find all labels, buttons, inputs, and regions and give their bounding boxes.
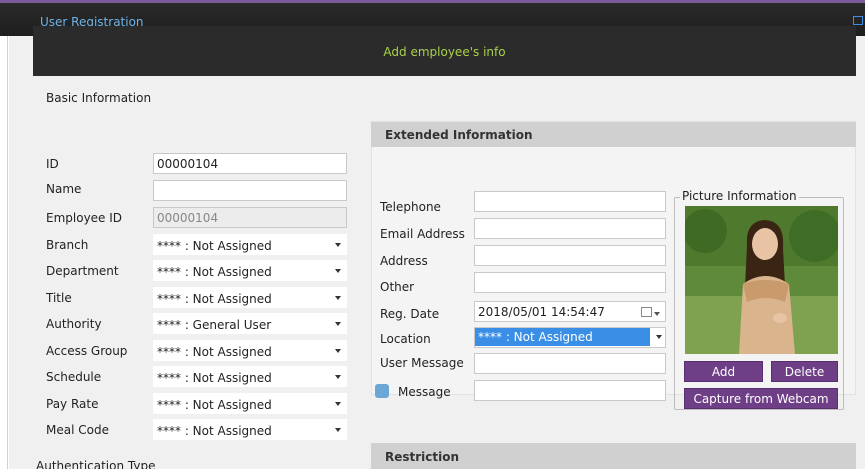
dropdown-arrow-icon[interactable] xyxy=(335,243,341,247)
schedule-value: **** : Not Assigned xyxy=(157,371,272,385)
dropdown-arrow-icon[interactable] xyxy=(656,335,662,339)
title-value: **** : Not Assigned xyxy=(157,292,272,306)
dropdown-arrow-icon[interactable] xyxy=(335,269,341,273)
other-label: Other xyxy=(380,280,415,294)
restore-window-icon[interactable] xyxy=(853,16,863,25)
employee-id-input: 00000104 xyxy=(153,207,347,228)
other-input[interactable] xyxy=(474,272,666,293)
access-group-select[interactable]: **** : Not Assigned xyxy=(153,340,347,361)
pay-rate-label: Pay Rate xyxy=(46,397,99,411)
message-input[interactable] xyxy=(474,380,666,401)
pay-rate-value: **** : Not Assigned xyxy=(157,398,272,412)
email-label: Email Address xyxy=(380,227,465,241)
left-edge xyxy=(0,36,8,469)
name-label: Name xyxy=(46,182,82,196)
dropdown-arrow-icon[interactable] xyxy=(335,402,341,406)
employee-id-label: Employee ID xyxy=(46,211,123,225)
meal-code-select[interactable]: **** : Not Assigned xyxy=(153,419,347,440)
photo-image xyxy=(685,206,838,354)
calendar-icon[interactable] xyxy=(641,307,652,317)
reg-date-value: 2018/05/01 14:54:47 xyxy=(478,305,605,319)
dropdown-arrow-icon[interactable] xyxy=(335,296,341,300)
banner-text: Add employee's info xyxy=(383,45,506,59)
header-banner: Add employee's info xyxy=(33,26,856,76)
calendar-dropdown-icon[interactable] xyxy=(654,312,660,316)
title-label: Title xyxy=(46,291,72,305)
department-value: **** : Not Assigned xyxy=(157,265,272,279)
schedule-select[interactable]: **** : Not Assigned xyxy=(153,366,347,387)
authority-select[interactable]: **** : General User xyxy=(153,313,347,334)
reg-date-label: Reg. Date xyxy=(380,307,440,321)
user-message-label: User Message xyxy=(380,356,464,370)
location-value: **** : Not Assigned xyxy=(475,328,650,346)
add-photo-button[interactable]: Add xyxy=(684,361,763,382)
restriction-header: Restriction xyxy=(371,443,856,469)
schedule-label: Schedule xyxy=(46,370,102,384)
extended-info-title: Extended Information xyxy=(385,128,533,142)
dropdown-arrow-icon[interactable] xyxy=(335,349,341,353)
name-input[interactable] xyxy=(153,180,347,201)
message-label: Message xyxy=(398,385,451,399)
email-input[interactable] xyxy=(474,218,666,239)
dropdown-arrow-icon[interactable] xyxy=(335,375,341,379)
meal-code-label: Meal Code xyxy=(46,423,109,437)
message-color-swatch[interactable] xyxy=(375,384,389,398)
auth-type-label: Authentication Type xyxy=(36,459,156,469)
reg-date-input[interactable]: 2018/05/01 14:54:47 xyxy=(474,301,666,322)
id-input[interactable]: 00000104 xyxy=(153,153,347,174)
department-label: Department xyxy=(46,264,119,278)
dropdown-arrow-icon[interactable] xyxy=(335,428,341,432)
branch-select[interactable]: **** : Not Assigned xyxy=(153,234,347,255)
meal-code-value: **** : Not Assigned xyxy=(157,424,272,438)
capture-webcam-button[interactable]: Capture from Webcam xyxy=(684,388,838,409)
user-message-input[interactable] xyxy=(474,353,666,374)
branch-label: Branch xyxy=(46,238,89,252)
telephone-label: Telephone xyxy=(380,200,441,214)
dropdown-arrow-icon[interactable] xyxy=(335,322,341,326)
branch-value: **** : Not Assigned xyxy=(157,239,272,253)
picture-info-legend: Picture Information xyxy=(680,189,799,203)
id-label: ID xyxy=(46,157,59,171)
restriction-title: Restriction xyxy=(385,450,460,464)
telephone-input[interactable] xyxy=(474,191,666,212)
department-select[interactable]: **** : Not Assigned xyxy=(153,260,347,281)
pay-rate-select[interactable]: **** : Not Assigned xyxy=(153,393,347,414)
delete-photo-button[interactable]: Delete xyxy=(771,361,838,382)
employee-photo xyxy=(685,206,838,354)
extended-info-header: Extended Information xyxy=(371,122,856,147)
title-select[interactable]: **** : Not Assigned xyxy=(153,287,347,308)
access-group-label: Access Group xyxy=(46,344,128,358)
address-input[interactable] xyxy=(474,245,666,266)
basic-info-label: Basic Information xyxy=(46,91,152,105)
authority-value: **** : General User xyxy=(157,318,272,332)
authority-label: Authority xyxy=(46,317,102,331)
address-label: Address xyxy=(380,254,428,268)
location-label: Location xyxy=(380,332,431,346)
access-group-value: **** : Not Assigned xyxy=(157,345,272,359)
